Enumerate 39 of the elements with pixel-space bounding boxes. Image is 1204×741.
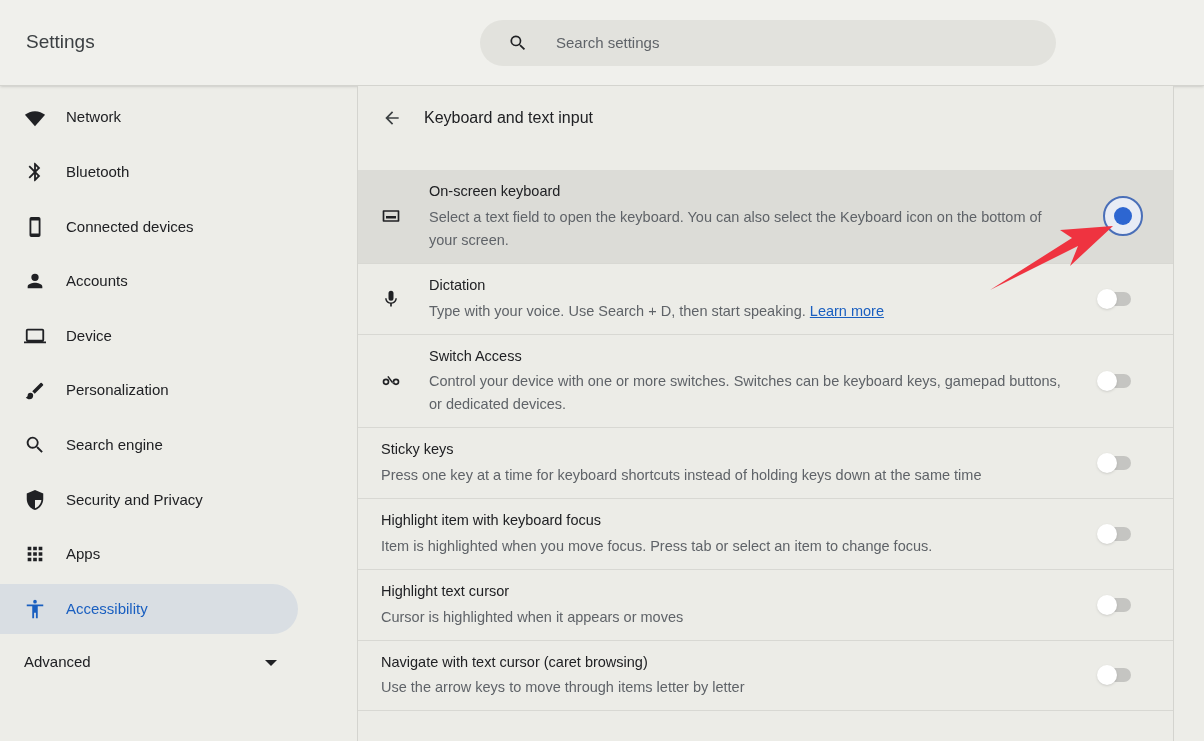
- app-title: Settings: [25, 30, 96, 55]
- setting-description: Control your device with one or more switches. Switches can be keyboard keys, gamepad buttons, or dedicated devices.: [429, 372, 1062, 415]
- setting-description: Item is highlighted when you move focus. Press tab or select an item to change focus.: [381, 536, 934, 556]
- search-field[interactable]: Search settings: [480, 19, 1056, 66]
- setting-description: Use the arrow keys to move through items letter by letter: [381, 678, 746, 698]
- toggle-switch[interactable]: [1097, 453, 1133, 474]
- sidebar-item[interactable]: Device: [0, 310, 298, 361]
- toggle-switch[interactable]: [1097, 288, 1133, 309]
- accessibility-icon: [24, 597, 46, 620]
- setting-title: Dictation: [429, 275, 487, 295]
- setting-title: Sticky keys: [381, 440, 455, 460]
- page-title: Keyboard and text input: [424, 108, 593, 128]
- sidebar-item[interactable]: Security and Privacy: [0, 474, 298, 525]
- advanced-section[interactable]: Advanced: [0, 638, 357, 687]
- sidebar-item[interactable]: Personalization: [0, 365, 298, 416]
- sidebar-item[interactable]: Bluetooth: [0, 147, 298, 198]
- sidebar-item[interactable]: Search engine: [0, 420, 298, 471]
- sidebar-item[interactable]: Network: [0, 92, 298, 143]
- setting-title: Navigate with text cursor (caret browsing): [381, 652, 649, 672]
- setting-description: Press one key at a time for keyboard shortcuts instead of holding keys down at the same time: [381, 466, 983, 485]
- toggle-switch[interactable]: [1097, 370, 1133, 391]
- setting-title: Highlight text cursor: [381, 581, 511, 601]
- caret-icon: [265, 659, 277, 666]
- sidebar-item[interactable]: Connected devices: [0, 201, 298, 252]
- setting-title: On-screen keyboard: [429, 182, 562, 201]
- setting-description: Select a text field to open the keyboard. You can also select the Keyboard icon on the bottom of your screen.: [429, 207, 1043, 250]
- learn-more-link[interactable]: Learn more: [809, 302, 884, 319]
- toggle-switch[interactable]: [1103, 196, 1143, 237]
- shield-icon: [24, 488, 46, 511]
- toggle-switch[interactable]: [1097, 594, 1133, 615]
- setting-title: Highlight item with keyboard focus: [381, 511, 603, 530]
- setting-description: Type with your voice. Use Search + D, then start speaking. Learn more: [429, 301, 885, 321]
- setting-description: Cursor is highlighted when it appears or moves: [381, 607, 685, 627]
- sidebar-item[interactable]: Apps: [0, 529, 298, 580]
- sidebar-item[interactable]: Accessibility: [0, 583, 298, 634]
- toggle-switch[interactable]: [1097, 665, 1133, 686]
- sidebar-item[interactable]: Accounts: [0, 256, 298, 307]
- setting-title: Switch Access: [429, 346, 523, 366]
- toggle-switch[interactable]: [1097, 523, 1133, 544]
